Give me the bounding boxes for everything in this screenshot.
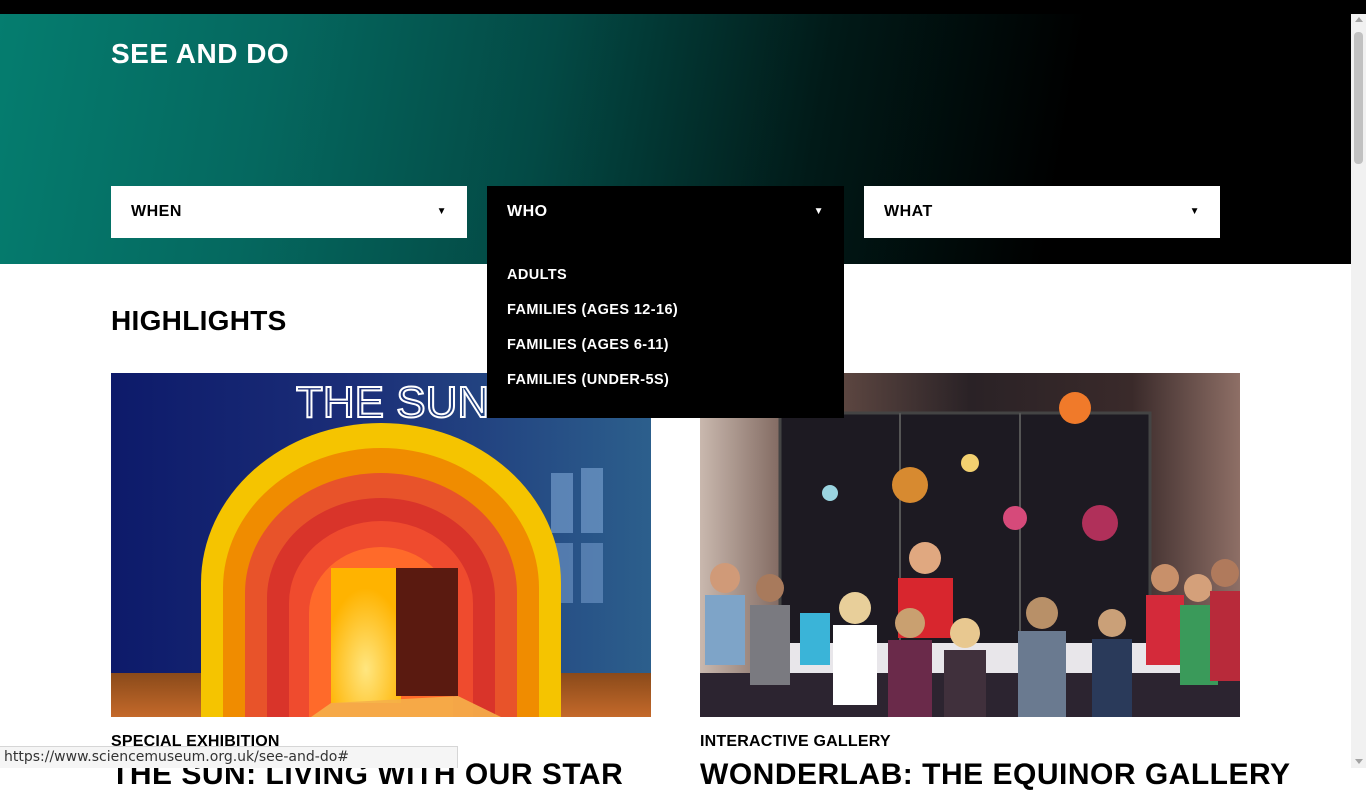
who-dropdown-menu: ADULTS FAMILIES (AGES 12-16) FAMILIES (A… [487,238,844,418]
caret-down-icon: ▼ [436,206,447,217]
scroll-down-arrow-icon[interactable] [1355,759,1363,764]
who-option-families-12-16[interactable]: FAMILIES (AGES 12-16) [487,299,844,334]
when-filter-dropdown[interactable]: WHEN ▼ [111,186,467,238]
card-tag-interactive-gallery: INTERACTIVE GALLERY [700,733,891,750]
sun-exhibition-image[interactable]: THE SUN [111,373,651,717]
what-filter-label: WHAT [884,203,933,220]
when-filter-label: WHEN [131,203,182,220]
page-scrollbar[interactable] [1351,14,1366,768]
caret-down-icon: ▼ [813,206,824,217]
what-filter-dropdown[interactable]: WHAT ▼ [864,186,1220,238]
scroll-thumb[interactable] [1354,32,1363,164]
caret-down-icon: ▼ [1189,206,1200,217]
who-filter-label: WHO [507,203,548,220]
who-filter-dropdown[interactable]: WHO ▼ [487,186,844,238]
who-option-adults[interactable]: ADULTS [487,264,844,299]
who-option-families-under-5s[interactable]: FAMILIES (UNDER-5S) [487,369,844,404]
status-bar-url: https://www.sciencemuseum.org.uk/see-and… [0,746,459,768]
page-title: SEE AND DO [111,38,290,69]
scroll-up-arrow-icon[interactable] [1355,17,1363,22]
sun-sign-text: THE SUN [296,378,489,427]
who-option-families-6-11[interactable]: FAMILIES (AGES 6-11) [487,334,844,369]
card-heading-wonderlab[interactable]: WONDERLAB: THE EQUINOR GALLERY [700,758,1291,792]
highlights-heading: HIGHLIGHTS [111,305,287,336]
wonderlab-gallery-image[interactable] [700,373,1240,717]
browser-top-bar [0,0,1366,14]
